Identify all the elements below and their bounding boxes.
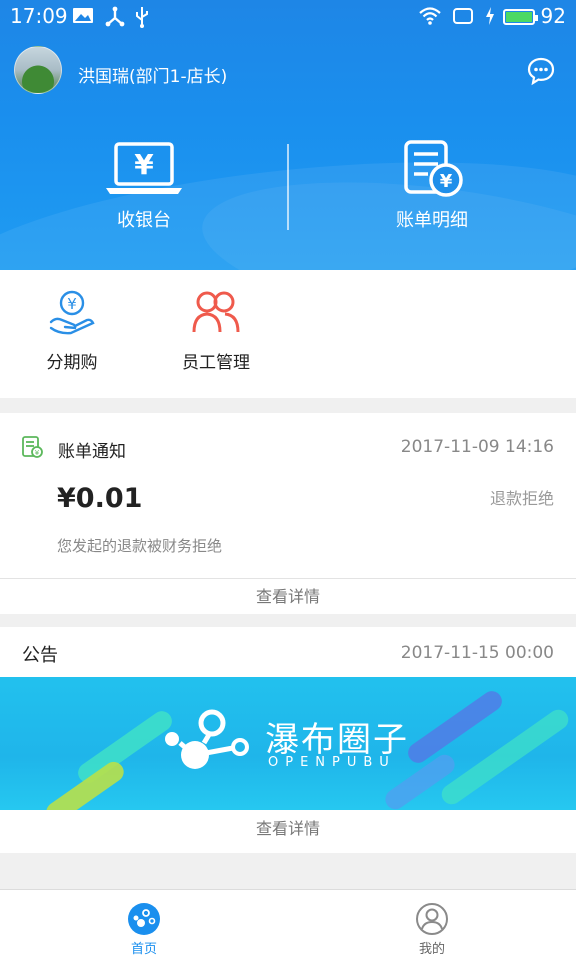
installment-button[interactable]: ¥ 分期购 [17, 288, 127, 373]
announcement-detail-link[interactable]: 查看详情 [0, 811, 576, 847]
announcement-banner[interactable]: 瀑布圈子 OPENPUBU [0, 677, 576, 810]
bottom-tab-bar: 首页 我的 [0, 889, 576, 960]
tab-mine[interactable]: 我的 [288, 890, 576, 960]
usb-share-icon [105, 6, 125, 27]
openpubu-logo-icon [165, 709, 249, 769]
screen-cast-icon [453, 8, 473, 24]
cashier-label: 收银台 [117, 210, 171, 231]
user-profile-icon [416, 903, 448, 935]
usb-icon [136, 7, 148, 28]
staff-management-icon [192, 291, 240, 333]
status-time: 17:09 [10, 4, 68, 28]
chat-icon[interactable] [526, 56, 556, 86]
banner-subtitle: OPENPUBU [268, 755, 396, 770]
header-divider [287, 144, 289, 230]
bill-description: 您发起的退款被财务拒绝 [57, 537, 223, 555]
bill-detail-button[interactable]: ¥ 账单明细 [288, 130, 576, 240]
bill-notice-icon: ¥ [22, 436, 43, 458]
charging-icon [486, 7, 494, 25]
battery-icon [503, 9, 538, 25]
banner-title: 瀑布圈子 [265, 720, 409, 760]
svg-text:¥: ¥ [440, 171, 453, 192]
home-icon [128, 903, 160, 935]
announcement-card[interactable]: 公告 2017-11-15 00:00 瀑布圈子 OPENPUBU 查看详情 [0, 627, 576, 853]
wifi-icon [419, 7, 441, 25]
installment-icon: ¥ [49, 290, 95, 335]
user-name: 洪国瑞(部门1-店长) [78, 67, 228, 87]
user-row: 洪国瑞(部门1-店长) [0, 44, 576, 100]
svg-text:¥: ¥ [35, 449, 40, 457]
bill-notice-title: 账单通知 [58, 442, 126, 462]
bill-notice-date: 2017-11-09 14:16 [400, 437, 554, 457]
status-bar: 17:09 92 [0, 0, 576, 34]
cashier-button[interactable]: ¥ 收银台 [0, 130, 288, 240]
image-notification-icon [73, 8, 93, 23]
bill-status: 退款拒绝 [489, 489, 554, 508]
installment-label: 分期购 [46, 353, 98, 373]
bill-detail-link[interactable]: 查看详情 [0, 578, 576, 614]
battery-percent: 92 [540, 4, 566, 28]
svg-text:¥: ¥ [134, 148, 154, 181]
tab-home[interactable]: 首页 [0, 890, 288, 960]
announcement-date: 2017-11-15 00:00 [400, 643, 554, 663]
tab-home-label: 首页 [130, 942, 157, 957]
staff-management-label: 员工管理 [182, 353, 250, 373]
avatar[interactable] [14, 46, 62, 94]
bill-detail-label: 账单明细 [396, 210, 468, 231]
bill-amount: ¥0.01 [57, 483, 143, 514]
cashier-laptop-icon: ¥ [106, 142, 182, 194]
bill-notice-card[interactable]: ¥ 账单通知 2017-11-09 14:16 ¥0.01 退款拒绝 您发起的退… [0, 413, 576, 614]
tab-mine-label: 我的 [418, 942, 445, 957]
quick-menu: ¥ 分期购 员工管理 [0, 270, 576, 398]
svg-text:¥: ¥ [67, 295, 77, 313]
bill-detail-icon: ¥ [404, 140, 463, 197]
announcement-title: 公告 [22, 645, 58, 666]
staff-management-button[interactable]: 员工管理 [161, 288, 271, 373]
